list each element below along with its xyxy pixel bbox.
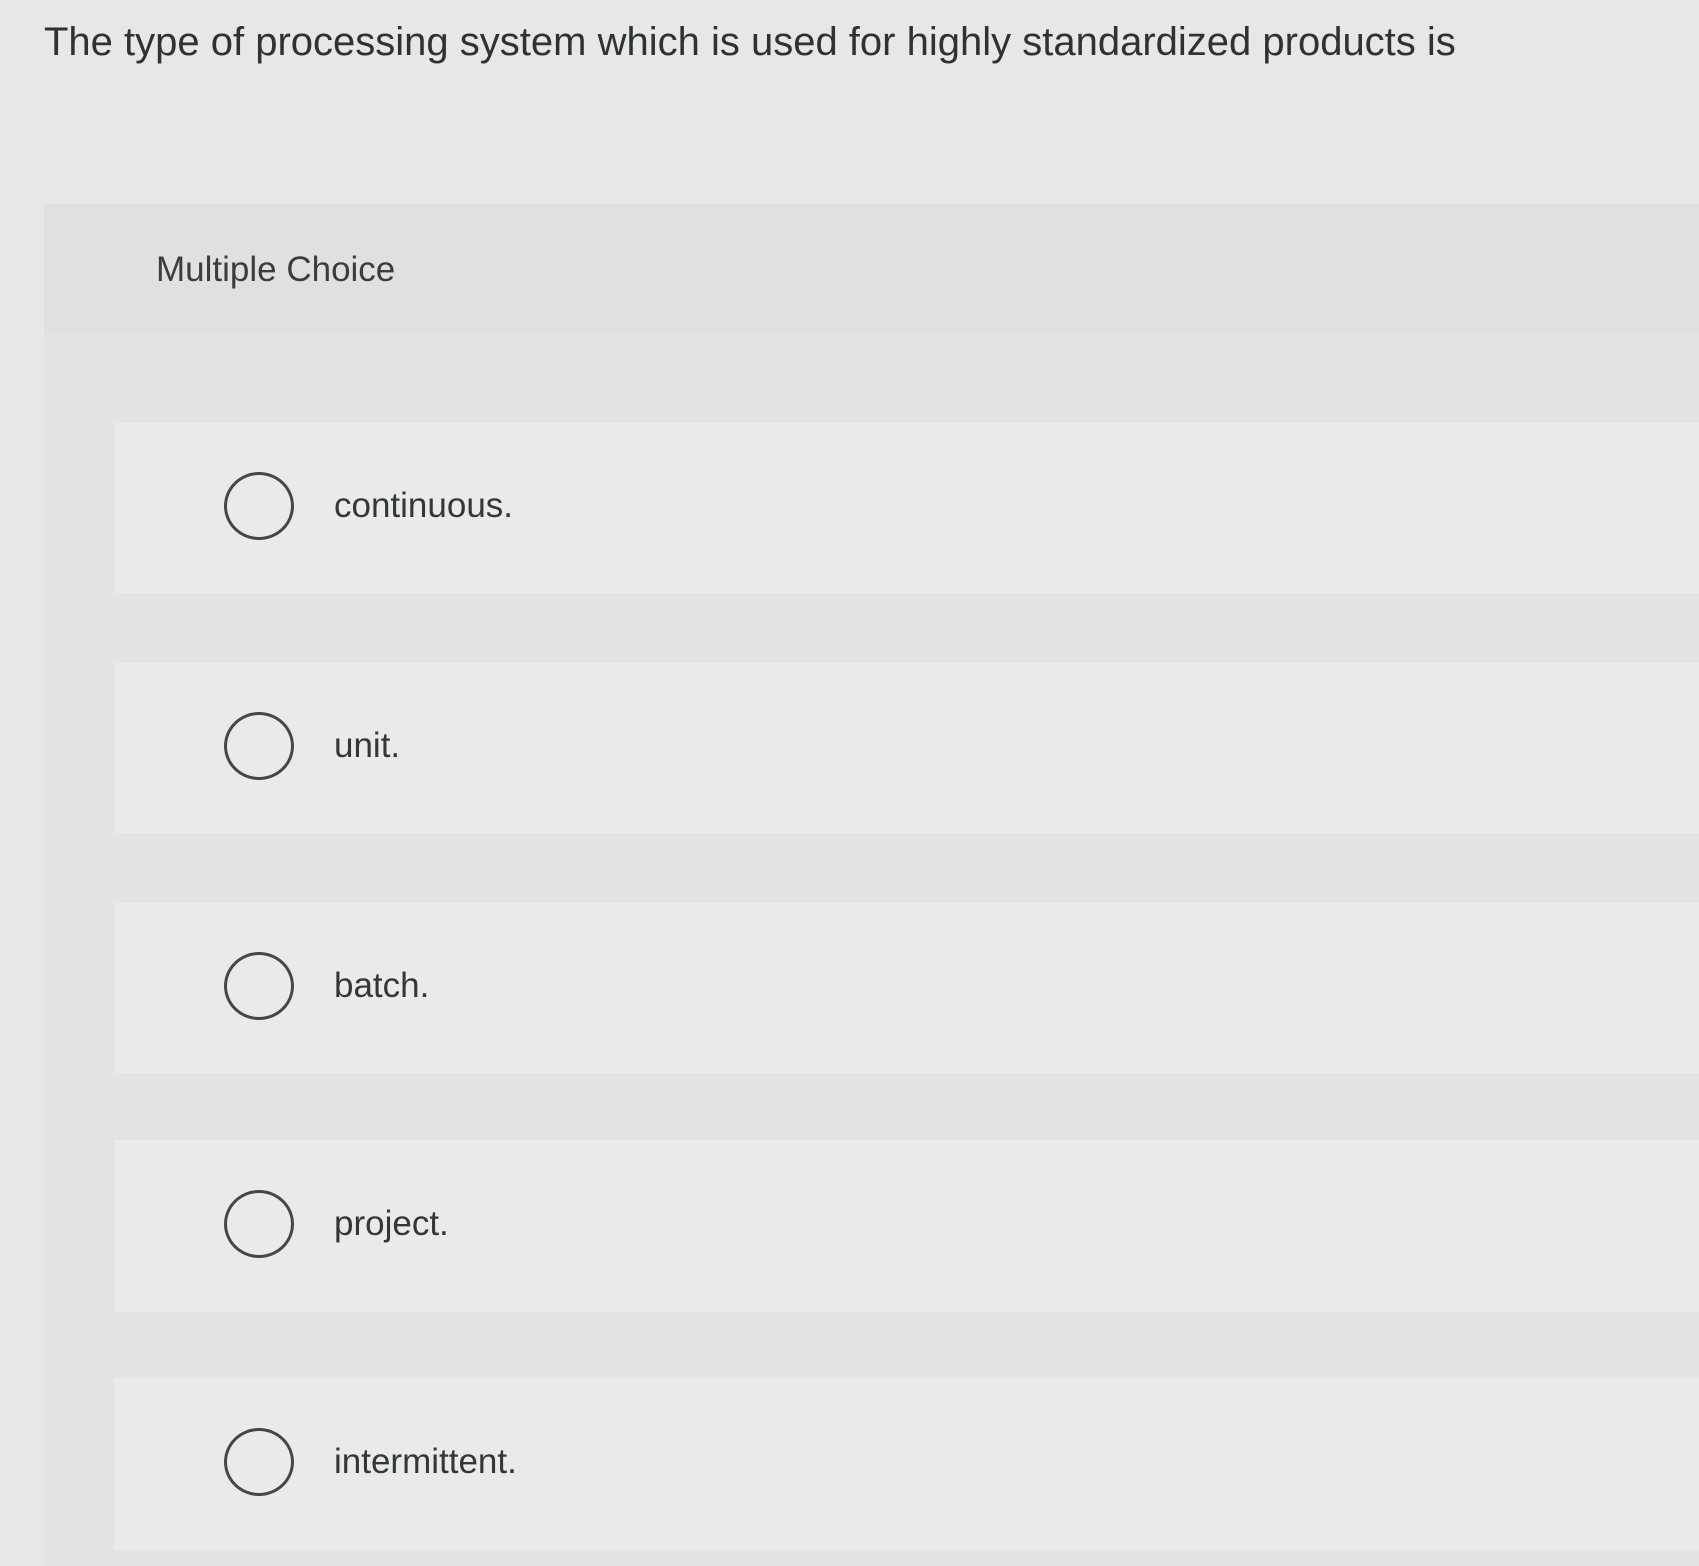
radio-button-icon[interactable] [224,1428,294,1496]
option-label: batch. [334,966,430,1005]
option-intermittent[interactable]: intermittent. [114,1378,1699,1550]
radio-button-icon[interactable] [224,1190,294,1258]
radio-button-icon[interactable] [224,712,294,780]
multiple-choice-panel: Multiple Choice continuous. unit. batch.… [44,204,1699,1566]
multiple-choice-label: Multiple Choice [156,250,396,289]
option-unit[interactable]: unit. [114,662,1699,834]
option-label: project. [334,1204,449,1243]
option-continuous[interactable]: continuous. [114,422,1699,594]
option-label: continuous. [334,486,514,525]
option-batch[interactable]: batch. [114,902,1699,1074]
question-text: The type of processing system which is u… [44,20,1456,64]
radio-button-icon[interactable] [224,952,294,1020]
option-label: intermittent. [334,1442,517,1481]
option-project[interactable]: project. [114,1140,1699,1312]
option-label: unit. [334,726,401,765]
radio-button-icon[interactable] [224,472,294,540]
multiple-choice-header: Multiple Choice [44,204,1699,334]
